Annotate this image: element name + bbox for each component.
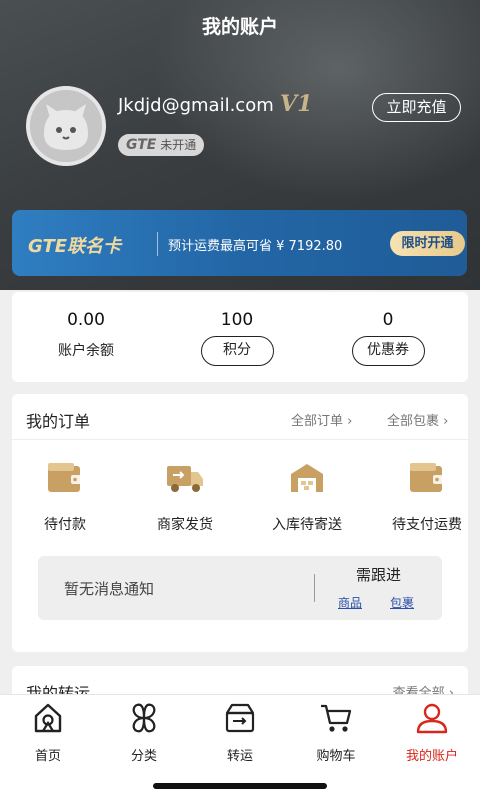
gte-membership-badge[interactable]: GTE 未开通 xyxy=(118,134,205,156)
coupon-button[interactable]: 优惠券 xyxy=(351,336,425,366)
avatar[interactable] xyxy=(26,86,106,166)
notice-divider xyxy=(314,574,315,602)
truck-icon xyxy=(167,466,203,492)
home-icon xyxy=(34,703,62,733)
gte-badge-status: 未开通 xyxy=(160,138,197,152)
account-header: 我的账户 Jkdjd@gmail.com V1 立即充值 GTE 未开通 GTE… xyxy=(0,0,480,290)
vip-level: V1 xyxy=(280,91,313,117)
order-label: 待支付运费 xyxy=(392,517,462,533)
order-label: 入库待寄送 xyxy=(272,517,342,533)
banner-title: GTE联名卡 xyxy=(28,236,122,257)
order-pending-payment[interactable]: 待付款 xyxy=(10,460,120,534)
all-orders-link[interactable]: 全部订单 › xyxy=(291,410,352,429)
balance-stat[interactable]: 0.00 账户余额 xyxy=(26,310,146,360)
tab-label: 购物车 xyxy=(316,749,356,764)
user-email: Jkdjd@gmail.com xyxy=(118,95,274,116)
tab-label: 转运 xyxy=(226,749,253,764)
balance-value: 0.00 xyxy=(67,310,105,330)
banner-divider xyxy=(157,232,158,256)
tab-label: 我的账户 xyxy=(405,749,458,764)
points-button[interactable]: 积分 xyxy=(200,336,274,366)
tab-cart[interactable]: 购物车 xyxy=(288,701,384,764)
order-merchant-shipping[interactable]: 商家发货 xyxy=(130,460,240,534)
orders-title: 我的订单 xyxy=(26,412,91,431)
gte-card-banner[interactable]: GTE联名卡 预计运费最高可省 ¥ 7192.80 限时开通 xyxy=(12,210,467,276)
category-icon xyxy=(132,703,156,733)
order-in-warehouse[interactable]: 入库待寄送 xyxy=(252,460,362,534)
page-title: 我的账户 xyxy=(201,16,278,38)
follow-up-goods-link[interactable]: 商品 xyxy=(338,594,362,611)
avatar-cat-icon xyxy=(30,90,102,162)
wallet-icon xyxy=(410,463,444,492)
cart-icon xyxy=(321,704,352,732)
gte-badge-logo: GTE xyxy=(126,137,157,153)
my-orders-card: 我的订单 全部订单 › 全部包裹 › 待付款 商家发货 入库待寄送 待支付运费 … xyxy=(12,394,468,652)
transit-box-icon xyxy=(225,703,255,733)
notice-text: 暂无消息通知 xyxy=(64,580,155,598)
tab-home[interactable]: 首页 xyxy=(0,701,96,764)
warehouse-icon xyxy=(291,464,323,492)
banner-savings-text: 预计运费最高可省 ¥ 7192.80 xyxy=(168,239,343,254)
tab-transit[interactable]: 转运 xyxy=(192,701,288,764)
follow-up-title: 需跟进 xyxy=(356,566,402,584)
tab-my-account[interactable]: 我的账户 xyxy=(384,701,480,764)
notice-box: 暂无消息通知 需跟进 商品 包裹 xyxy=(38,556,442,620)
orders-header: 我的订单 全部订单 › 全部包裹 › xyxy=(12,394,468,440)
order-label: 待付款 xyxy=(44,517,86,533)
home-indicator[interactable] xyxy=(153,783,327,789)
tab-category[interactable]: 分类 xyxy=(96,701,192,764)
account-stats-card: 0.00 账户余额 100 积分 0 优惠券 xyxy=(12,292,468,382)
order-label: 商家发货 xyxy=(157,517,213,533)
points-stat[interactable]: 100 积分 xyxy=(177,310,297,366)
coupon-stat[interactable]: 0 优惠券 xyxy=(328,310,448,366)
points-value: 100 xyxy=(220,310,254,330)
coupon-value: 0 xyxy=(382,310,394,330)
tab-label: 首页 xyxy=(34,749,61,764)
open-card-button[interactable]: 限时开通 xyxy=(390,231,465,256)
order-pending-freight[interactable]: 待支付运费 xyxy=(372,460,480,534)
follow-up-package-link[interactable]: 包裹 xyxy=(390,594,414,611)
recharge-button[interactable]: 立即充值 xyxy=(372,93,461,122)
balance-label: 账户余额 xyxy=(58,343,114,359)
all-packages-link[interactable]: 全部包裹 › xyxy=(387,410,448,429)
tab-label: 分类 xyxy=(130,749,157,764)
user-icon xyxy=(416,703,448,734)
wallet-icon xyxy=(48,463,82,492)
